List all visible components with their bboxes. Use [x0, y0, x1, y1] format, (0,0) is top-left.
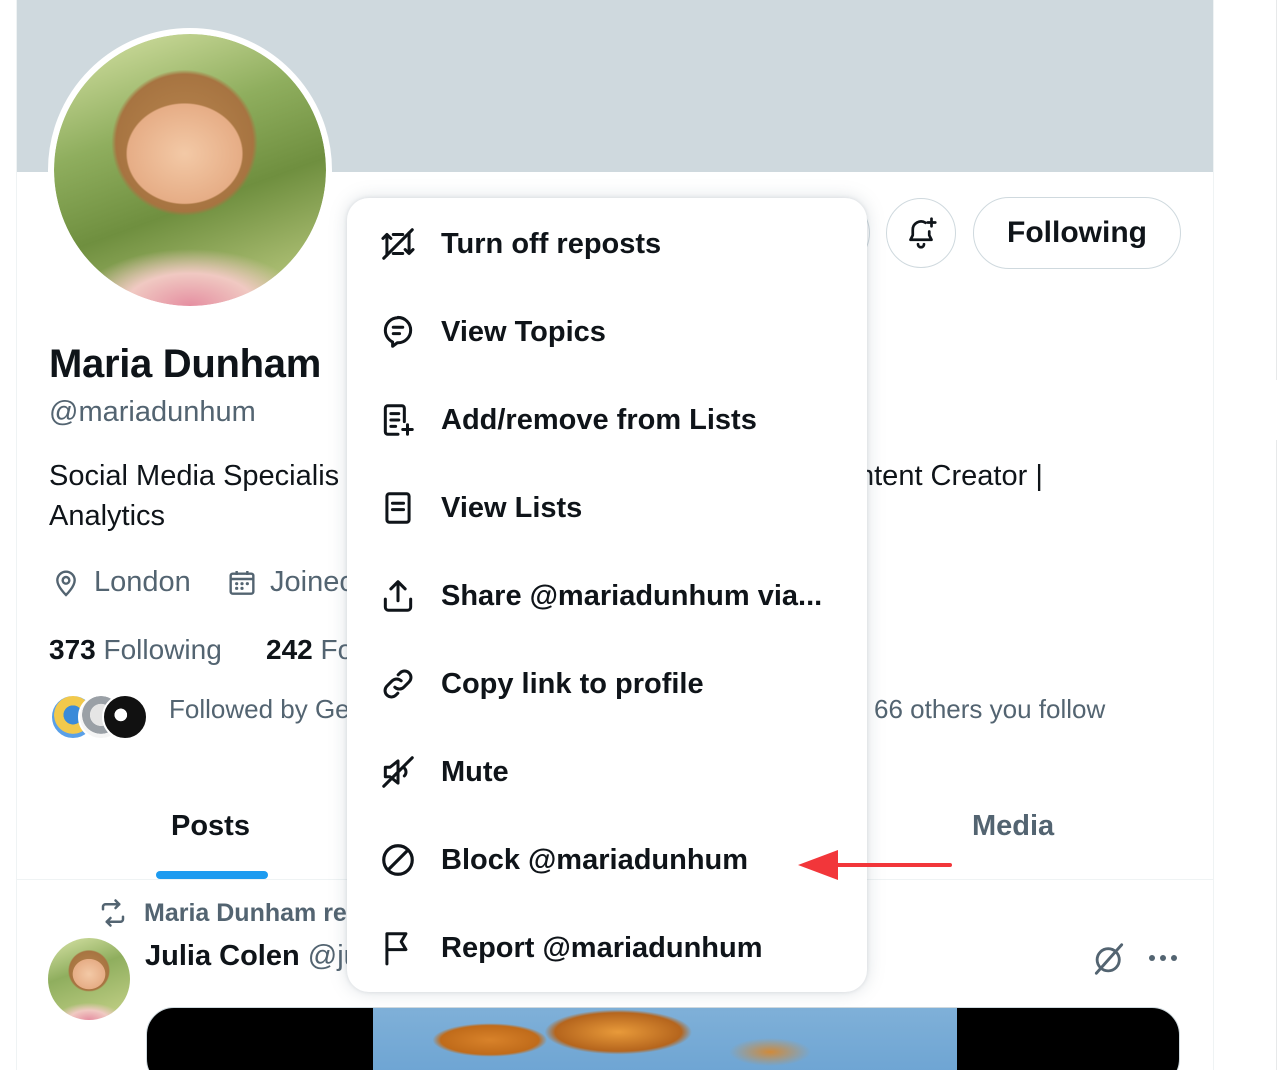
profile-name: Maria Dunham	[49, 342, 322, 386]
post-media[interactable]	[146, 1007, 1180, 1070]
menu-item-label: Block @mariadunhum	[441, 843, 749, 876]
topics-icon	[379, 313, 417, 351]
joined-text: Joinec	[270, 566, 354, 598]
menu-item-view-lists[interactable]: View Lists	[347, 464, 867, 552]
calendar-icon	[229, 570, 255, 595]
repost-context[interactable]: Maria Dunham re	[96, 898, 347, 928]
profile-bio-line1-left: Social Media Specialis	[49, 460, 340, 492]
repost-icon	[101, 899, 125, 927]
followed-by-avatars[interactable]	[50, 694, 150, 740]
active-tab-indicator	[156, 871, 268, 879]
block-icon	[379, 841, 417, 879]
location-text: London	[94, 566, 191, 598]
post-author-avatar[interactable]	[48, 938, 130, 1020]
profile-location: London	[50, 566, 191, 599]
right-sidebar-edge	[1276, 0, 1282, 1070]
annotation-arrow-icon	[798, 850, 952, 880]
more-icon[interactable]	[1146, 944, 1180, 972]
list-add-icon	[379, 401, 417, 439]
menu-item-turn-off-reposts[interactable]: Turn off reposts	[347, 200, 867, 288]
profile-joined: Joinec	[226, 566, 354, 599]
location-pin-icon	[56, 569, 76, 597]
tab-posts[interactable]: Posts	[171, 810, 250, 843]
menu-item-label: Share @mariadunhum via...	[441, 579, 823, 612]
tab-media[interactable]: Media	[972, 810, 1054, 843]
menu-item-label: Report @mariadunhum	[441, 931, 763, 964]
menu-item-report[interactable]: Report @mariadunhum	[347, 904, 867, 992]
notifications-button[interactable]	[886, 198, 956, 268]
profile-bio-line2: Analytics	[49, 500, 166, 532]
menu-item-label: Turn off reposts	[441, 227, 662, 260]
flag-icon	[379, 929, 417, 967]
menu-item-block[interactable]: Block @mariadunhum	[347, 816, 867, 904]
menu-item-label: View Lists	[441, 491, 583, 524]
followed-by-text-left[interactable]: Followed by Ge	[169, 694, 350, 725]
post-author-name: Julia Colen	[145, 940, 300, 972]
link-icon	[379, 665, 417, 703]
grok-icon[interactable]	[1090, 940, 1128, 978]
profile-more-menu: Turn off reposts View Topics Add/remove …	[347, 198, 867, 992]
menu-item-mute[interactable]: Mute	[347, 728, 867, 816]
following-label: Following	[103, 634, 222, 665]
profile-avatar[interactable]	[48, 28, 332, 312]
followed-by-text-right[interactable]: 66 others you follow	[874, 694, 1105, 725]
menu-item-label: Copy link to profile	[441, 667, 704, 700]
post-media-image	[373, 1008, 957, 1070]
following-count: 373	[49, 634, 96, 665]
profile-handle: @mariadunhum	[49, 396, 256, 428]
followers-count: 242	[266, 634, 313, 665]
menu-item-view-topics[interactable]: View Topics	[347, 288, 867, 376]
menu-item-copy-link[interactable]: Copy link to profile	[347, 640, 867, 728]
list-icon	[379, 489, 417, 527]
menu-item-label: View Topics	[441, 315, 606, 348]
following-button[interactable]: Following	[973, 197, 1181, 269]
repost-off-icon	[379, 225, 417, 263]
following-count-link[interactable]: 373 Following	[49, 634, 222, 666]
menu-item-share[interactable]: Share @mariadunhum via...	[347, 552, 867, 640]
avatar	[102, 694, 148, 740]
post-author[interactable]: Julia Colen @ju	[145, 940, 360, 973]
menu-item-add-remove-lists[interactable]: Add/remove from Lists	[347, 376, 867, 464]
mute-icon	[379, 753, 417, 791]
followers-count-link[interactable]: 242 Fo	[266, 634, 353, 666]
menu-item-label: Mute	[441, 755, 509, 788]
share-icon	[379, 577, 417, 615]
menu-item-label: Add/remove from Lists	[441, 403, 757, 436]
bell-plus-icon	[909, 217, 937, 249]
repost-label: Maria Dunham re	[144, 898, 347, 927]
profile-bio-line1-right: ntent Creator |	[858, 460, 1043, 492]
